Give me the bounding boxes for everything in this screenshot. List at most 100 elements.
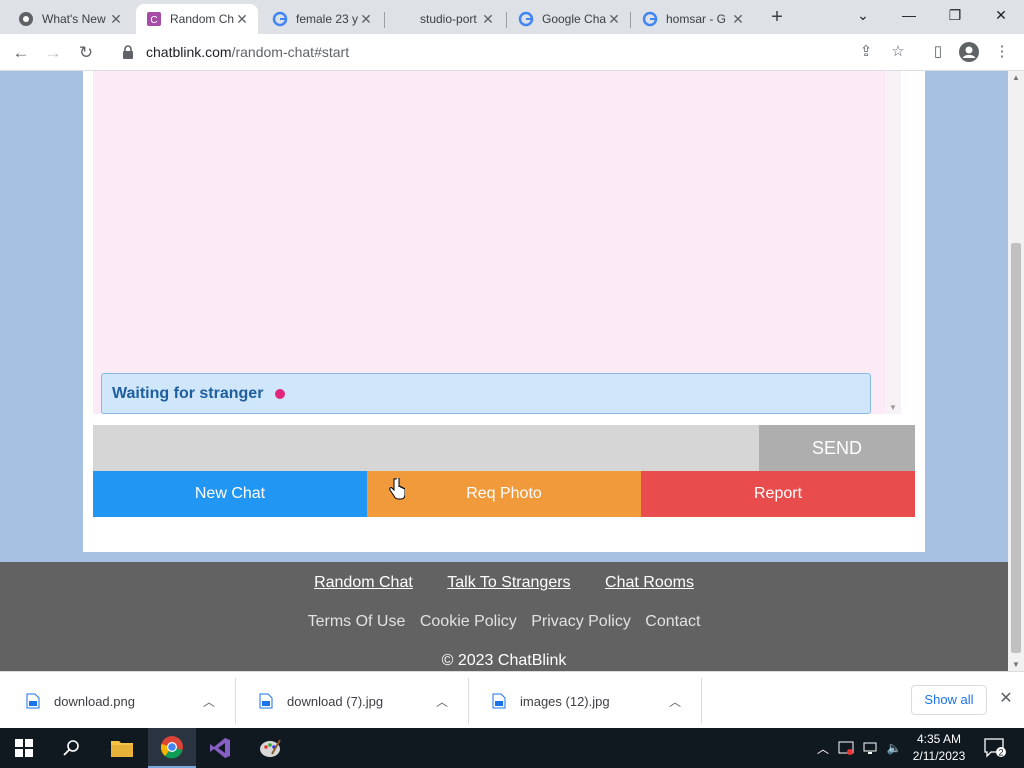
tab-random-chat[interactable]: C Random Chat ✕ — [136, 4, 258, 34]
footer-link-chat-rooms[interactable]: Chat Rooms — [605, 574, 694, 591]
footer-link-random-chat[interactable]: Random Chat — [314, 574, 413, 591]
page-scrollbar[interactable]: ▲ ▼ — [1008, 71, 1024, 671]
address-bar[interactable]: chatblink.com/random-chat#start — [110, 38, 910, 66]
tab-title: Random Chat — [170, 12, 234, 26]
tab-strip: What's New ✕ C Random Chat ✕ female 23 y… — [0, 0, 1024, 34]
send-button[interactable]: SEND — [759, 425, 915, 471]
tab-whats-new[interactable]: What's New ✕ — [8, 4, 132, 34]
report-button[interactable]: Report — [641, 471, 915, 517]
scrollbar-thumb[interactable] — [1011, 243, 1021, 653]
more-menu-icon[interactable]: ⋮ — [990, 40, 1014, 64]
bookmark-star-icon[interactable]: ☆ — [886, 40, 910, 64]
chat-card: ▼ Waiting for stranger SEND New Chat Req… — [83, 71, 925, 552]
profile-avatar-icon[interactable] — [957, 40, 981, 64]
tray-overflow-icon[interactable]: ︿ — [814, 728, 832, 768]
chrome-taskbar-icon[interactable] — [148, 728, 196, 768]
footer-link-terms[interactable]: Terms Of Use — [308, 613, 406, 630]
file-icon — [26, 693, 40, 709]
close-tab-icon[interactable]: ✕ — [730, 11, 746, 28]
download-item[interactable]: images (12).jpg ︿ — [470, 678, 702, 724]
clock-time: 4:35 AM — [916, 732, 962, 746]
tab-search-icon[interactable]: ⌄ — [840, 0, 886, 32]
tab-title: homsar - G — [666, 12, 727, 26]
close-tab-icon[interactable]: ✕ — [480, 11, 496, 28]
message-input[interactable] — [93, 425, 759, 471]
lock-icon — [123, 45, 133, 59]
tab-title: female 23 y — [296, 12, 358, 26]
download-filename: download.png — [54, 693, 135, 709]
browser-toolbar: ← → ↻ chatblink.com/random-chat#start ⇪ … — [0, 34, 1024, 71]
paint-icon[interactable] — [246, 728, 294, 768]
url-path: /random-chat#start — [231, 44, 350, 60]
tab-google-chat[interactable]: Google Chat ✕ — [508, 4, 630, 34]
downloads-bar: download.png ︿ download (7).jpg ︿ images… — [0, 671, 1024, 728]
scroll-down-arrow-icon[interactable]: ▼ — [1008, 660, 1024, 669]
close-tab-icon[interactable]: ✕ — [358, 11, 374, 28]
download-filename: download (7).jpg — [287, 693, 384, 709]
file-icon — [259, 693, 273, 709]
close-tab-icon[interactable]: ✕ — [234, 11, 250, 28]
close-tab-icon[interactable]: ✕ — [606, 11, 622, 28]
footer-link-contact[interactable]: Contact — [645, 613, 700, 630]
minimize-icon[interactable]: — — [886, 0, 932, 32]
req-photo-button[interactable]: Req Photo — [367, 471, 641, 517]
show-all-button[interactable]: Show all — [911, 685, 987, 715]
tab-homsar[interactable]: homsar - G ✕ — [632, 4, 754, 34]
new-tab-icon[interactable]: + — [766, 6, 788, 28]
clock-date: 2/11/2023 — [912, 749, 966, 763]
tab-title: What's New — [42, 12, 106, 26]
tab-studio-port[interactable]: studio-port ✕ — [386, 4, 504, 34]
action-row: New Chat Req Photo Report — [93, 471, 915, 517]
google-icon — [642, 11, 658, 27]
footer-link-cookie-policy[interactable]: Cookie Policy — [420, 613, 517, 630]
chevron-up-icon[interactable]: ︿ — [432, 693, 452, 710]
tab-title: studio-port — [420, 12, 477, 26]
visual-studio-icon[interactable] — [196, 728, 244, 768]
chat-log-scrollbar[interactable]: ▼ — [885, 71, 901, 414]
scroll-down-arrow-icon[interactable]: ▼ — [885, 403, 901, 412]
status-dot-icon — [275, 388, 286, 399]
back-icon[interactable]: ← — [8, 40, 34, 66]
windows-taskbar: ︿ 🔈 4:35 AM 2/11/2023 2 — [0, 728, 1024, 768]
waiting-status-text: Waiting for stranger — [112, 384, 264, 402]
footer-link-privacy-policy[interactable]: Privacy Policy — [531, 613, 631, 630]
file-icon — [492, 693, 506, 709]
copyright-text: © 2023 ChatBlink — [441, 652, 567, 669]
volume-icon[interactable]: 🔈 — [884, 728, 904, 768]
notifications-icon[interactable]: 2 — [980, 728, 1010, 768]
restore-icon[interactable]: ❐ — [932, 0, 978, 32]
google-icon — [518, 11, 534, 27]
search-icon[interactable] — [48, 728, 96, 768]
chevron-up-icon[interactable]: ︿ — [199, 693, 219, 710]
waiting-status: Waiting for stranger — [101, 373, 871, 414]
file-explorer-icon[interactable] — [98, 728, 146, 768]
side-panel-icon[interactable]: ▯ — [926, 40, 950, 64]
share-icon[interactable]: ⇪ — [854, 40, 878, 64]
network-icon[interactable] — [860, 728, 880, 768]
page-content: ▼ Waiting for stranger SEND New Chat Req… — [0, 71, 1008, 671]
close-window-icon[interactable]: ✕ — [978, 0, 1024, 32]
tab-separator — [630, 12, 631, 28]
tab-separator — [506, 12, 507, 28]
download-item[interactable]: download.png ︿ — [4, 678, 236, 724]
message-row: SEND — [93, 425, 915, 471]
footer-link-talk-to-strangers[interactable]: Talk To Strangers — [447, 574, 570, 591]
url-host: chatblink.com — [146, 44, 232, 60]
blank-icon — [396, 11, 412, 27]
close-downloads-icon[interactable]: ✕ — [996, 688, 1016, 708]
taskbar-clock[interactable]: 4:35 AM 2/11/2023 — [906, 731, 972, 765]
notification-count: 2 — [998, 748, 1003, 758]
chat-log[interactable]: ▼ — [93, 71, 901, 414]
download-item[interactable]: download (7).jpg ︿ — [237, 678, 469, 724]
forward-icon[interactable]: → — [40, 40, 66, 66]
tab-separator — [384, 12, 385, 28]
start-icon[interactable] — [0, 728, 48, 768]
reload-icon[interactable]: ↻ — [73, 40, 99, 66]
tray-app-icon[interactable] — [836, 728, 856, 768]
tab-female-search[interactable]: female 23 y ✕ — [262, 4, 382, 34]
close-tab-icon[interactable]: ✕ — [108, 11, 124, 28]
scroll-up-arrow-icon[interactable]: ▲ — [1008, 73, 1024, 82]
chevron-up-icon[interactable]: ︿ — [665, 693, 685, 710]
new-chat-button[interactable]: New Chat — [93, 471, 367, 517]
footer-policy-links: Terms Of Use Cookie Policy Privacy Polic… — [0, 613, 1008, 631]
